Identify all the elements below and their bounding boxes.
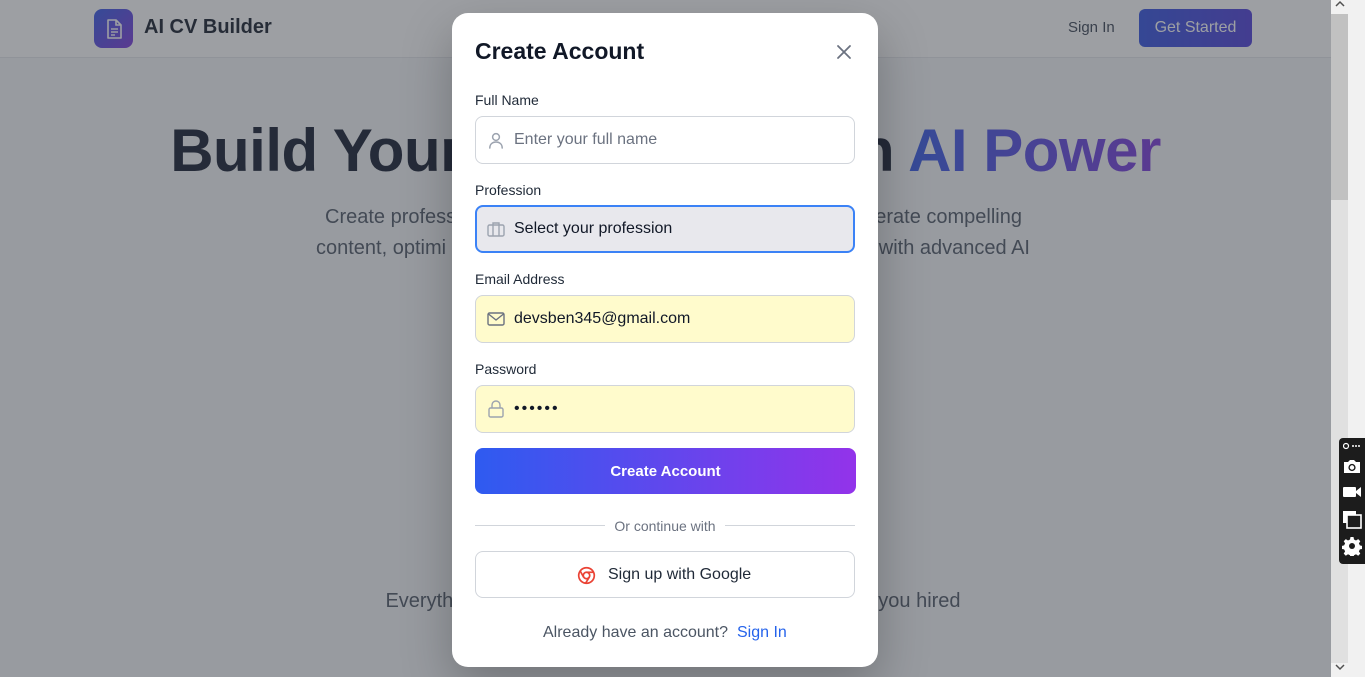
copy-tool-button[interactable] [1341,508,1363,530]
email-label: Email Address [475,271,565,287]
gear-icon [1342,537,1362,556]
google-signup-button[interactable]: Sign up with Google [475,551,855,598]
email-value: devsben345@gmail.com [514,310,691,327]
scroll-down-arrow[interactable] [1334,663,1346,675]
camera-icon [1344,459,1360,473]
chevron-down-icon [1335,664,1345,671]
mail-icon [487,310,505,328]
screen-tools-widget [1339,438,1365,564]
password-label: Password [475,361,537,377]
signin-link[interactable]: Sign In [737,624,787,642]
modal-title: Create Account [475,38,645,64]
scrollbar-thumb[interactable] [1331,14,1348,200]
video-icon [1343,487,1361,497]
full-name-label: Full Name [475,92,539,108]
user-icon [487,131,505,149]
divider-text: Or continue with [605,518,725,534]
scroll-up-arrow[interactable] [1334,0,1346,12]
lock-icon [487,400,505,418]
google-signup-label: Sign up with Google [608,566,752,583]
profession-value: Select your profession [514,220,673,237]
close-button[interactable] [834,42,854,62]
create-account-modal: Create Account Full Name Enter your full… [452,13,878,667]
close-icon [837,45,851,59]
email-field[interactable]: devsben345@gmail.com [475,295,855,343]
record-tool-button[interactable] [1341,481,1363,503]
link-tool-button[interactable] [1341,438,1363,454]
signin-prompt: Already have an account? [543,624,729,641]
create-account-button[interactable]: Create Account [475,448,856,494]
settings-tool-button[interactable] [1341,535,1363,557]
password-value: •••••• [514,400,560,417]
chevron-up-icon [1335,0,1345,7]
full-name-placeholder: Enter your full name [514,131,658,148]
password-field[interactable]: •••••• [475,385,855,433]
copy-icon [1343,510,1362,529]
profession-label: Profession [475,182,542,198]
screenshot-tool-button[interactable] [1341,455,1363,477]
link-icon [1343,442,1360,450]
profession-select[interactable]: Select your profession [475,205,855,253]
scrollbar-track[interactable] [1331,200,1348,663]
full-name-field[interactable]: Enter your full name [475,116,855,164]
briefcase-icon [487,220,505,238]
chrome-icon [577,566,596,585]
